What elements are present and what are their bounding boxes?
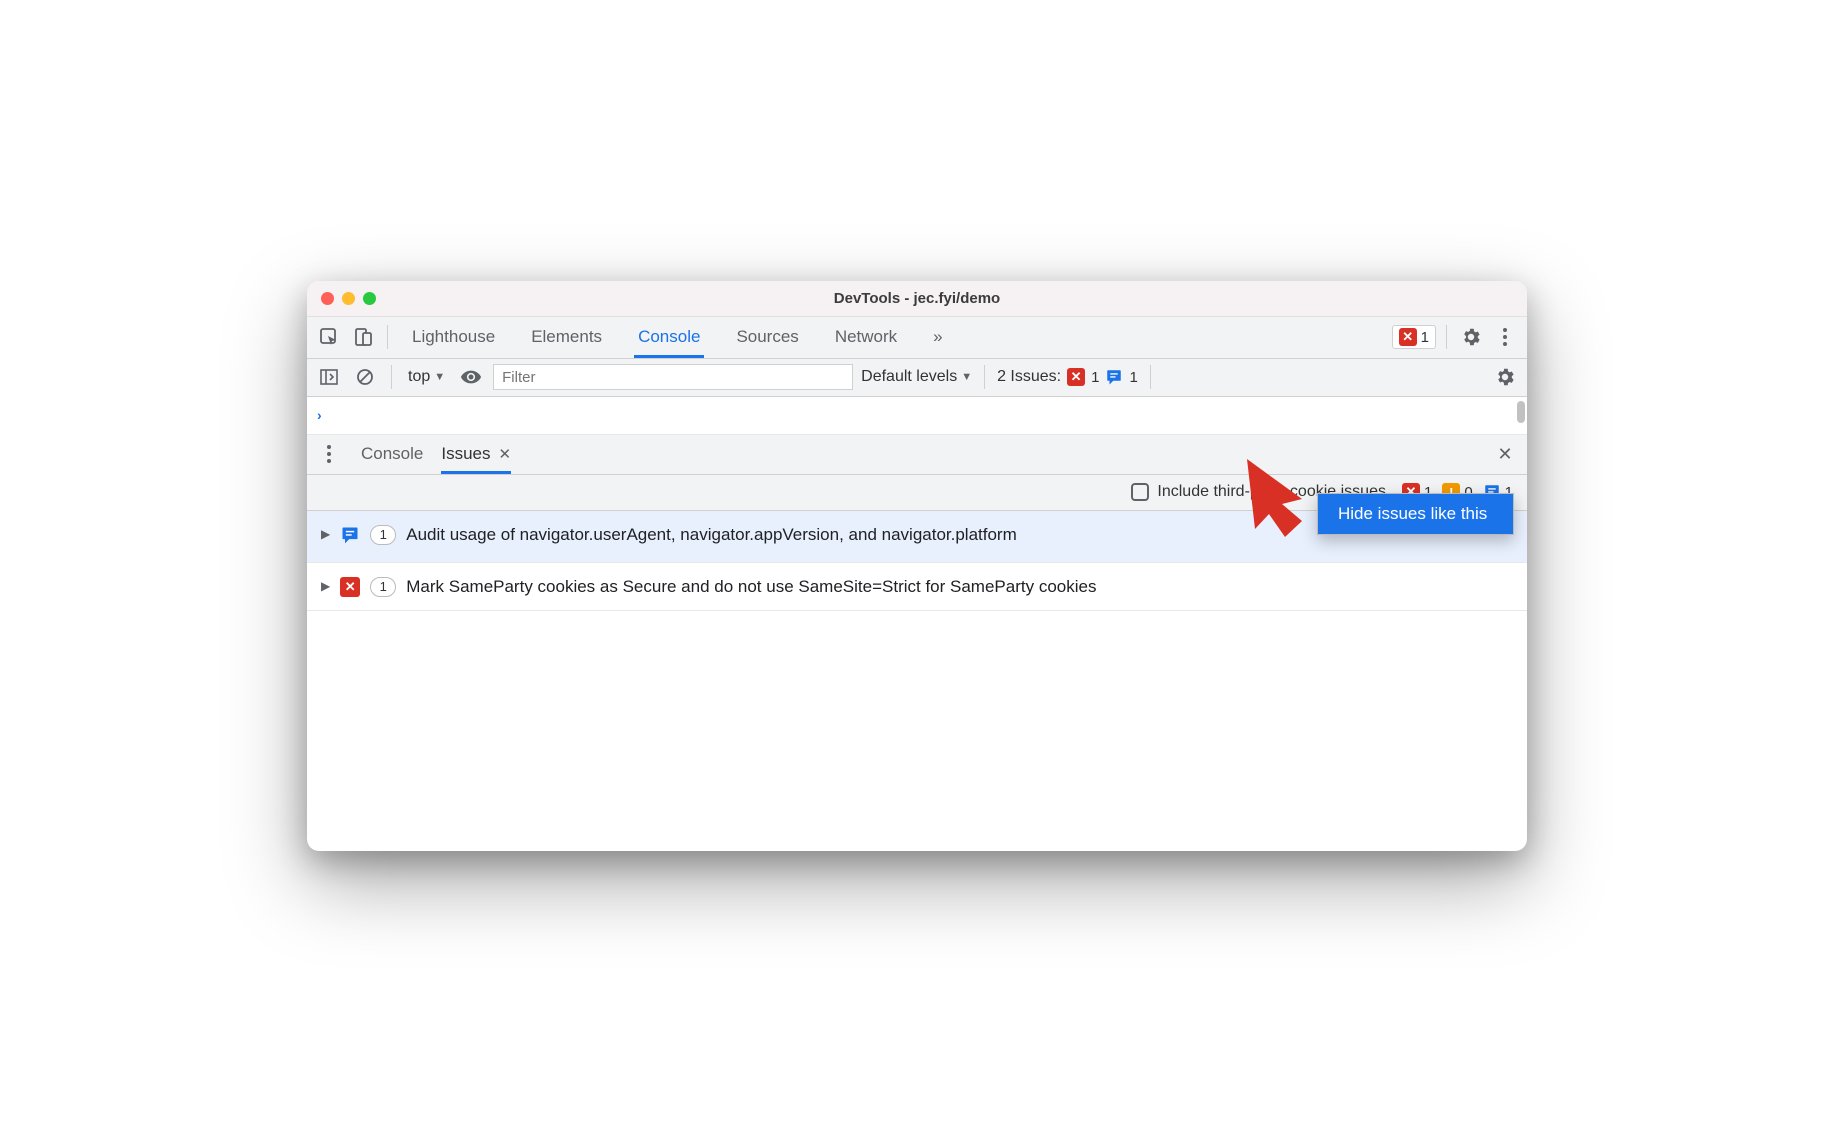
drawer-tab-label: Console	[361, 444, 423, 464]
console-toolbar: top ▼ Default levels ▼ 2 Issues: ✕ 1 1	[307, 359, 1527, 397]
inspect-element-icon[interactable]	[315, 323, 343, 351]
drawer-more-icon[interactable]	[315, 440, 343, 468]
hide-issues-menu-item[interactable]: Hide issues like this	[1318, 494, 1513, 534]
log-level-select[interactable]: Default levels ▼	[861, 368, 972, 386]
level-label: Default levels	[861, 368, 957, 386]
divider	[1150, 365, 1151, 389]
filter-input[interactable]	[493, 364, 853, 390]
drawer-tabbar: Console Issues ✕ ✕	[307, 435, 1527, 475]
drawer-tab-label: Issues	[441, 444, 490, 464]
issues-label: 2 Issues:	[997, 368, 1061, 386]
tab-sources[interactable]: Sources	[732, 316, 802, 358]
issue-row[interactable]: ▶ ✕ 1 Mark SameParty cookies as Secure a…	[307, 563, 1527, 612]
drawer-close-icon[interactable]: ✕	[1491, 440, 1519, 468]
console-sidebar-toggle-icon[interactable]	[315, 363, 343, 391]
chevron-down-icon: ▼	[434, 371, 445, 383]
divider	[387, 325, 388, 349]
expand-icon[interactable]: ▶	[321, 579, 330, 593]
tab-lighthouse[interactable]: Lighthouse	[408, 316, 499, 358]
issue-title: Audit usage of navigator.userAgent, navi…	[406, 523, 1017, 547]
minimize-window-button[interactable]	[342, 292, 355, 305]
issues-error-count: 1	[1091, 369, 1099, 386]
divider	[984, 365, 985, 389]
prompt-icon: ›	[317, 407, 322, 423]
annotation-arrow-icon	[1227, 449, 1337, 539]
scrollbar-thumb[interactable]	[1517, 401, 1525, 423]
main-tabs: Lighthouse Elements Console Sources Netw…	[408, 316, 947, 358]
checkbox-icon	[1131, 483, 1149, 501]
device-toolbar-icon[interactable]	[349, 323, 377, 351]
chevron-down-icon: ▼	[961, 371, 972, 383]
tab-elements[interactable]: Elements	[527, 316, 606, 358]
titlebar: DevTools - jec.fyi/demo	[307, 281, 1527, 317]
empty-area	[307, 611, 1527, 851]
divider	[391, 365, 392, 389]
tab-network[interactable]: Network	[831, 316, 901, 358]
close-window-button[interactable]	[321, 292, 334, 305]
main-tabbar: Lighthouse Elements Console Sources Netw…	[307, 317, 1527, 359]
context-menu: Hide issues like this	[1317, 493, 1514, 535]
error-count: 1	[1421, 329, 1429, 346]
maximize-window-button[interactable]	[363, 292, 376, 305]
issue-count-pill: 1	[370, 525, 396, 545]
devtools-window: DevTools - jec.fyi/demo Lighthouse Eleme…	[307, 281, 1527, 852]
error-icon: ✕	[340, 577, 360, 597]
error-badge[interactable]: ✕ 1	[1392, 325, 1436, 349]
issue-title: Mark SameParty cookies as Secure and do …	[406, 575, 1096, 599]
error-icon: ✕	[1399, 328, 1417, 346]
divider	[1446, 325, 1447, 349]
context-label: top	[408, 368, 430, 386]
expand-icon[interactable]: ▶	[321, 527, 330, 541]
issues-summary-link[interactable]: 2 Issues: ✕ 1 1	[997, 368, 1138, 386]
settings-icon[interactable]	[1457, 323, 1485, 351]
info-icon	[340, 525, 360, 550]
more-menu-icon[interactable]	[1491, 323, 1519, 351]
tabbar-right: ✕ 1	[1392, 323, 1519, 351]
issues-info-count: 1	[1129, 369, 1137, 386]
live-expression-icon[interactable]	[457, 363, 485, 391]
info-icon	[1105, 368, 1123, 386]
traffic-lights	[321, 292, 376, 305]
error-icon: ✕	[1067, 368, 1085, 386]
tab-console[interactable]: Console	[634, 316, 704, 358]
more-tabs-button[interactable]: »	[929, 316, 946, 358]
close-tab-icon[interactable]: ✕	[499, 445, 512, 463]
drawer-tab-console[interactable]: Console	[361, 434, 423, 474]
execution-context-select[interactable]: top ▼	[404, 368, 449, 386]
issue-count-pill: 1	[370, 577, 396, 597]
drawer-tab-issues[interactable]: Issues ✕	[441, 434, 511, 474]
console-settings-icon[interactable]	[1491, 363, 1519, 391]
clear-console-icon[interactable]	[351, 363, 379, 391]
window-title: DevTools - jec.fyi/demo	[834, 290, 1000, 307]
console-prompt-area[interactable]: ›	[307, 397, 1527, 435]
